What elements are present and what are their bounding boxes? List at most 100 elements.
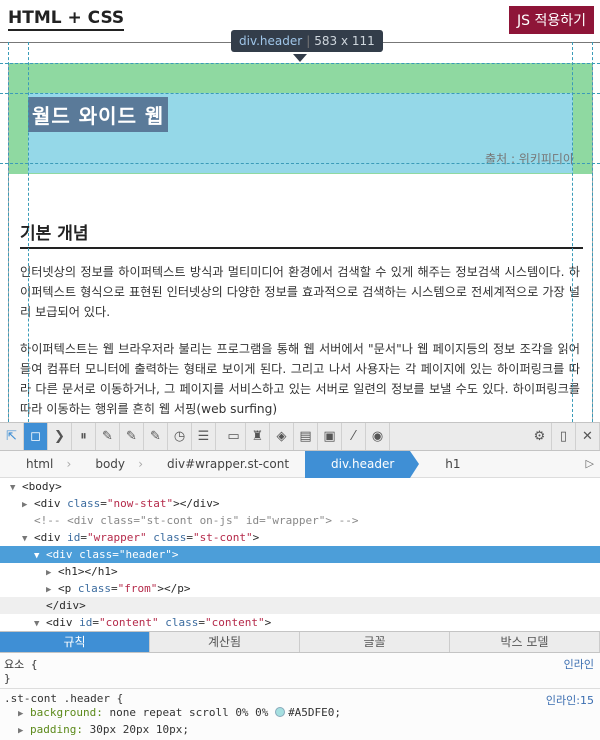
crumb-header[interactable]: div.header [305, 450, 411, 478]
crumb-html[interactable]: html › [0, 451, 71, 478]
element-close: } [4, 672, 11, 685]
box-highlight-icon[interactable]: ◻ [24, 423, 48, 450]
node-attr: class [153, 531, 187, 544]
guide-line-top [0, 63, 600, 64]
guide-line-content-left [28, 42, 29, 422]
rule-element[interactable]: 요소 { } 인라인 [0, 653, 600, 689]
crumb-label: div#wrapper.st-cont [167, 456, 290, 471]
crumb-h1[interactable]: h1 [419, 451, 476, 478]
dom-node-body[interactable]: ▼ <body> [0, 478, 600, 495]
source-text: 출처 : 위키피디아 [485, 152, 574, 166]
collapse-icon[interactable]: ▼ [10, 480, 22, 497]
rule-tabs: 규칙 계산됨 글꼴 박스 모델 [0, 631, 600, 653]
guide-line-content-right [572, 42, 573, 422]
decl-background[interactable]: ▶ background: none repeat scroll 0% 0% #A… [4, 705, 596, 722]
crumb-label: h1 [445, 456, 461, 471]
paragraph-2: 하이퍼텍스트는 웹 브라우저라 불리는 프로그램을 통해 웹 서버에서 "문서"… [20, 342, 580, 416]
camera-icon[interactable]: ◉ [366, 423, 390, 450]
rules-panel: 요소 { } 인라인 .st-cont .header { 인라인:15 ▶ ba… [0, 653, 600, 740]
collapse-icon[interactable]: ▼ [34, 548, 46, 565]
node-attr: class [67, 497, 101, 510]
collapse-icon[interactable]: ▼ [22, 531, 34, 548]
dom-node-wrapper[interactable]: ▼ <div id="wrapper" class="st-cont"> [0, 529, 600, 546]
crumb-label: body [95, 456, 126, 471]
node-attr: class [77, 582, 111, 595]
breadcrumb: html › body › div#wrapper.st-cont div.head… [0, 450, 600, 478]
decl-padding[interactable]: ▶ padding: 30px 20px 10px; [4, 722, 596, 739]
guide-line-left [8, 42, 9, 422]
rule-source-link[interactable]: 인라인:15 [546, 692, 594, 708]
header-h1: 월드 와이드 웹 [28, 97, 169, 132]
tab-computed[interactable]: 계산됨 [150, 632, 300, 652]
node-close: ></p> [157, 582, 191, 595]
guide-line-content-bottom [0, 163, 600, 164]
guide-line-content-top [0, 93, 600, 94]
prop-value: none repeat scroll 0% 0% [109, 706, 269, 719]
dom-node-h1[interactable]: ▶ <h1></h1> [0, 563, 600, 580]
performance-icon[interactable]: ◷ [168, 423, 192, 450]
dom-node-now-stat[interactable]: ▶ <div class="now-stat"></div> [0, 495, 600, 512]
crumb-active-arrow [410, 450, 420, 478]
element-selector: 요소 { [4, 658, 38, 671]
page-viewport: HTML + CSS JS 적용하기 월드 와이드 웹 출처 : 위키피디아 기… [0, 0, 600, 422]
crumb-body[interactable]: body › [69, 451, 143, 478]
breadcrumb-overflow-icon[interactable]: ▷ [586, 457, 594, 470]
color-swatch-icon[interactable] [275, 707, 286, 717]
network-icon[interactable]: ☰ [192, 423, 216, 450]
scratchpad-icon[interactable]: ♜ [246, 423, 270, 450]
node-attr: id [79, 616, 93, 629]
devtools-toolbar: ⇱ ◻ ❯ ⏸ ✎ ✎ ✎ ◷ ☰ ▭ ♜ ◈ ▤ ▣ ⁄ ◉ ⚙ ▯ ✕ [0, 422, 600, 451]
rule-header[interactable]: .st-cont .header { 인라인:15 ▶ background: n… [0, 689, 600, 740]
infobar-arrow [293, 54, 307, 62]
prop-name: padding: [30, 723, 83, 736]
dom-node-p-from[interactable]: ▶ <p class="from"></p> [0, 580, 600, 597]
close-icon[interactable]: ✕ [576, 423, 600, 450]
layout-icon[interactable]: ▤ [294, 423, 318, 450]
console-icon[interactable]: ❯ [48, 423, 72, 450]
node-attr-value: "st-cont" [192, 531, 253, 544]
tab-rules[interactable]: 규칙 [0, 632, 150, 652]
guide-line-right [592, 42, 593, 422]
crumb-wrapper[interactable]: div#wrapper.st-cont [141, 451, 305, 478]
node-attr-value: "header" [118, 548, 172, 561]
paint-flashing-icon[interactable]: ▣ [318, 423, 342, 450]
node-attr: class [165, 616, 199, 629]
infobar-tag: div.header [239, 34, 303, 48]
page-title: HTML + CSS [8, 8, 125, 31]
dom-node-comment[interactable]: <!-- <div class="st-cont on-js" id="wrap… [0, 512, 600, 529]
element-source-link[interactable]: 인라인 [564, 656, 594, 672]
paragraph-1: 인터넷상의 정보를 하이퍼텍스트 방식과 멀티미디어 환경에서 검색할 수 있게… [20, 265, 580, 319]
expand-icon[interactable]: ▶ [18, 724, 30, 739]
responsive-icon[interactable]: ◈ [270, 423, 294, 450]
node-attr-value: "content" [204, 616, 265, 629]
element-infobar: div.header | 583 x 111 [231, 30, 383, 52]
shader-editor-icon[interactable]: ✎ [120, 423, 144, 450]
node-attr: class [79, 548, 113, 561]
node-tag: p [64, 582, 72, 595]
expand-icon[interactable]: ▶ [22, 497, 34, 514]
dom-node-content[interactable]: ▼ <div id="content" class="content"> [0, 614, 600, 631]
crumb-label: div.header [331, 456, 395, 471]
dom-node-div-close[interactable]: </div> [0, 597, 600, 614]
dock-icon[interactable]: ▯ [552, 423, 576, 450]
node-attr-value: "from" [117, 582, 158, 595]
dom-node-header[interactable]: ▼ <div class="header"> [0, 546, 600, 563]
prop-value: 30px 20px 10px; [89, 723, 189, 736]
tab-box-model[interactable]: 박스 모델 [450, 632, 600, 652]
canvas-icon[interactable]: ✎ [144, 423, 168, 450]
node-tag: div [52, 616, 73, 629]
expand-icon[interactable]: ▶ [18, 707, 30, 722]
eyedropper-icon[interactable]: ⁄ [342, 423, 366, 450]
storage-icon[interactable]: ▭ [222, 423, 246, 450]
dom-tree: ▼ <body> ▶ <div class="now-stat"></div> <!… [0, 478, 600, 631]
element-picker-icon[interactable]: ⇱ [0, 423, 24, 450]
js-apply-button[interactable]: JS 적용하기 [509, 6, 594, 34]
node-tag: div [40, 531, 61, 544]
debugger-icon[interactable]: ⏸ [72, 423, 96, 450]
prop-color-value: #A5DFE0; [288, 706, 342, 719]
collapse-icon[interactable]: ▼ [34, 616, 46, 631]
style-editor-icon[interactable]: ✎ [96, 423, 120, 450]
devtools-panel: ⇱ ◻ ❯ ⏸ ✎ ✎ ✎ ◷ ☰ ▭ ♜ ◈ ▤ ▣ ⁄ ◉ ⚙ ▯ ✕ ht… [0, 422, 600, 740]
settings-icon[interactable]: ⚙ [528, 423, 552, 450]
tab-fonts[interactable]: 글꼴 [300, 632, 450, 652]
